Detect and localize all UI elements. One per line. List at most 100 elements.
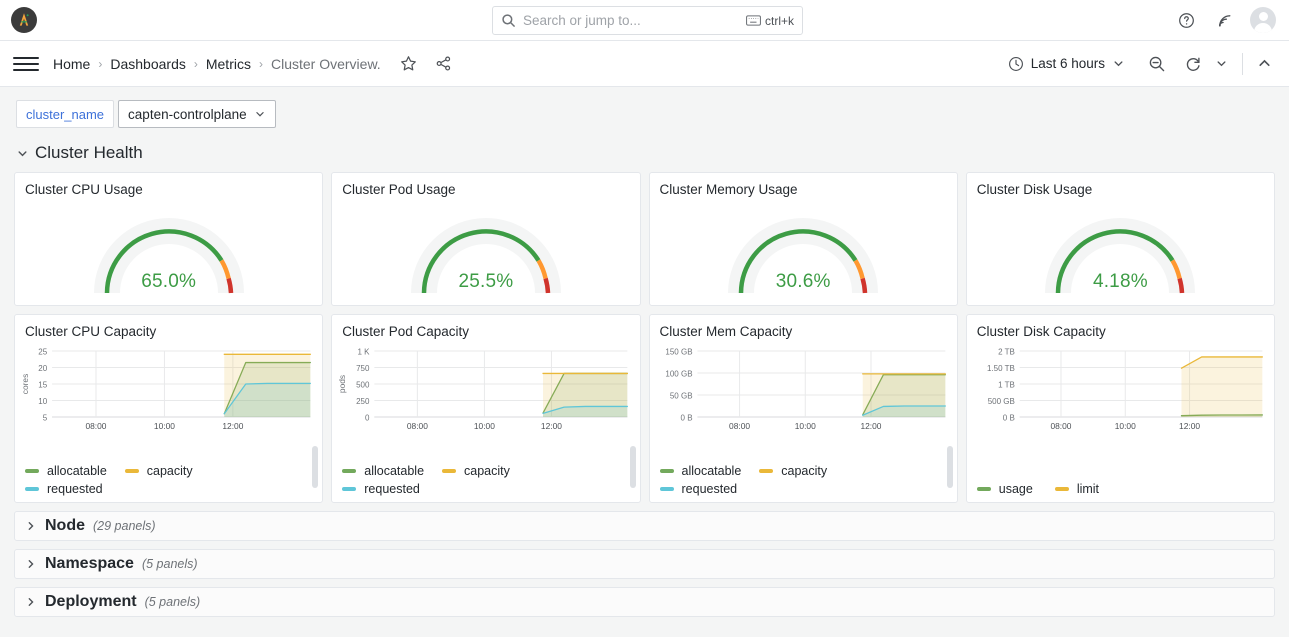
chevron-right-icon — [25, 520, 37, 532]
breadcrumb-item-dashboards[interactable]: Dashboards — [110, 56, 186, 72]
search-shortcut-hint: ctrl+k — [746, 14, 794, 28]
svg-text:10:00: 10:00 — [154, 421, 175, 431]
svg-text:0 B: 0 B — [1003, 413, 1015, 422]
gauge-body: 30.6% — [650, 197, 957, 301]
chart-plot[interactable]: 2 TB 1.50 TB 1 TB 500 GB 0 B 08:00 10:00 12:00 — [973, 345, 1266, 443]
hamburger-menu-icon[interactable] — [13, 51, 39, 77]
row-header-cluster-health[interactable]: Cluster Health — [0, 138, 1289, 168]
variable-value-dropdown[interactable]: capten-controlplane — [118, 100, 276, 128]
legend-item[interactable]: capacity — [124, 464, 193, 478]
time-range-picker[interactable]: Last 6 hours — [1000, 51, 1133, 77]
svg-text:08:00: 08:00 — [1050, 421, 1071, 431]
legend-item[interactable]: capacity — [442, 464, 510, 478]
svg-text:0: 0 — [365, 413, 370, 422]
legend-item[interactable]: capacity — [759, 464, 827, 478]
svg-text:500 GB: 500 GB — [987, 397, 1014, 406]
chart-plot[interactable]: 1 K 750 500 250 0 pods 08:00 10:00 12:00 — [338, 345, 631, 443]
share-nodes-icon[interactable] — [432, 52, 456, 76]
svg-text:150 GB: 150 GB — [665, 347, 692, 356]
search-input[interactable] — [523, 13, 746, 28]
legend-label: usage — [998, 482, 1033, 496]
panel-title[interactable]: Cluster Disk Capacity — [967, 315, 1274, 339]
svg-text:10:00: 10:00 — [794, 421, 815, 431]
legend-label: capacity — [146, 464, 193, 478]
nav-divider — [1242, 52, 1243, 75]
collapse-chevron-up-icon[interactable] — [1252, 52, 1276, 76]
chart-legend: allocatable capacity requested — [659, 460, 933, 496]
top-bar: ctrl+k — [0, 0, 1289, 41]
legend-scrollbar[interactable] — [312, 446, 319, 488]
refresh-interval-chevron-down-icon[interactable] — [1209, 52, 1233, 76]
legend-swatch — [124, 469, 139, 473]
svg-text:12:00: 12:00 — [222, 421, 243, 431]
legend-label: capacity — [464, 464, 510, 478]
gauge-cluster-pod-usage: 25.5% — [406, 201, 566, 297]
chart-plot[interactable]: 25 20 15 10 5 cores 08:00 10:00 12:00 — [21, 345, 314, 443]
keyboard-icon — [746, 15, 761, 26]
chart-plot[interactable]: 150 GB 100 GB 50 GB 0 B 08:00 10:00 12:00 — [656, 345, 949, 443]
chevron-down-icon — [254, 108, 266, 120]
svg-text:10: 10 — [38, 397, 47, 406]
gauge-cluster-memory-usage: 30.6% — [723, 201, 883, 297]
panel-cluster-pod-capacity: Cluster Pod Capacity 1 K 750 500 250 0 pods 08… — [331, 314, 641, 503]
rss-news-icon[interactable] — [1212, 8, 1236, 32]
zoom-out-magnifier-icon[interactable] — [1145, 52, 1169, 76]
chevron-down-icon — [1112, 57, 1125, 70]
svg-text:12:00: 12:00 — [1179, 421, 1200, 431]
avatar-head — [1258, 12, 1268, 21]
collapsed-row-node[interactable]: Node (29 panels) — [14, 511, 1275, 541]
refresh-circular-arrow-icon[interactable] — [1181, 52, 1205, 76]
legend-item[interactable]: limit — [1054, 482, 1099, 496]
panel-cluster-pod-usage: Cluster Pod Usage 25.5% — [331, 172, 641, 306]
legend-swatch — [976, 487, 991, 491]
panel-title[interactable]: Cluster Mem Capacity — [650, 315, 957, 339]
svg-text:0 B: 0 B — [680, 413, 692, 422]
legend-scrollbar[interactable] — [629, 446, 636, 488]
breadcrumb-item-current: Cluster Overview. — [270, 55, 381, 72]
legend-item[interactable]: requested — [342, 482, 615, 496]
breadcrumb-actions — [397, 52, 456, 76]
collapsed-row-namespace[interactable]: Namespace (5 panels) — [14, 549, 1275, 579]
svg-text:1.50 TB: 1.50 TB — [987, 364, 1015, 373]
help-circle-icon[interactable] — [1174, 8, 1198, 32]
panel-title[interactable]: Cluster Pod Usage — [332, 173, 639, 197]
legend-item[interactable]: allocatable — [25, 464, 107, 478]
panel-title[interactable]: Cluster Pod Capacity — [332, 315, 639, 339]
panel-title[interactable]: Cluster CPU Usage — [15, 173, 322, 197]
collapsed-row-count: (29 panels) — [93, 519, 156, 533]
svg-text:10:00: 10:00 — [474, 421, 495, 431]
legend-item[interactable]: requested — [659, 482, 933, 496]
legend-item[interactable]: allocatable — [659, 464, 741, 478]
legend-scrollbar[interactable] — [946, 446, 953, 488]
legend-item[interactable]: allocatable — [342, 464, 424, 478]
collapsed-row-deployment[interactable]: Deployment (5 panels) — [14, 587, 1275, 617]
svg-text:25: 25 — [38, 347, 47, 356]
legend-item[interactable]: requested — [25, 482, 298, 496]
panel-cluster-memory-usage: Cluster Memory Usage 30.6% — [648, 172, 958, 306]
user-avatar[interactable] — [1250, 7, 1276, 33]
chart-body: 2 TB 1.50 TB 1 TB 500 GB 0 B 08:00 10:00 12:00 — [967, 339, 1274, 443]
legend-swatch — [1054, 487, 1069, 491]
chart-body: 1 K 750 500 250 0 pods 08:00 10:00 12:00 — [332, 339, 639, 443]
svg-text:12:00: 12:00 — [860, 421, 881, 431]
chevron-right-icon — [25, 596, 37, 608]
nav-right-actions: Last 6 hours — [1000, 51, 1276, 77]
panel-title[interactable]: Cluster Disk Usage — [967, 173, 1274, 197]
svg-text:2 TB: 2 TB — [998, 347, 1015, 356]
chart-legend: allocatable capacity requested — [25, 460, 298, 496]
breadcrumb-item-home[interactable]: Home — [53, 56, 90, 72]
legend-swatch — [759, 469, 774, 473]
legend-item[interactable]: usage — [976, 482, 1033, 496]
collapsed-row-title: Deployment — [45, 593, 137, 610]
global-search[interactable]: ctrl+k — [492, 6, 803, 35]
chart-body: 25 20 15 10 5 cores 08:00 10:00 12:00 — [15, 339, 322, 443]
grafana-logo[interactable] — [11, 7, 37, 33]
panel-title[interactable]: Cluster Memory Usage — [650, 173, 957, 197]
panel-title[interactable]: Cluster CPU Capacity — [15, 315, 322, 339]
star-favorite-icon[interactable] — [397, 52, 421, 76]
svg-text:12:00: 12:00 — [541, 421, 562, 431]
clock-icon — [1008, 56, 1024, 72]
breadcrumb-item-metrics[interactable]: Metrics — [206, 56, 251, 72]
legend-swatch — [342, 469, 357, 473]
gauge-value: 30.6% — [775, 271, 831, 292]
